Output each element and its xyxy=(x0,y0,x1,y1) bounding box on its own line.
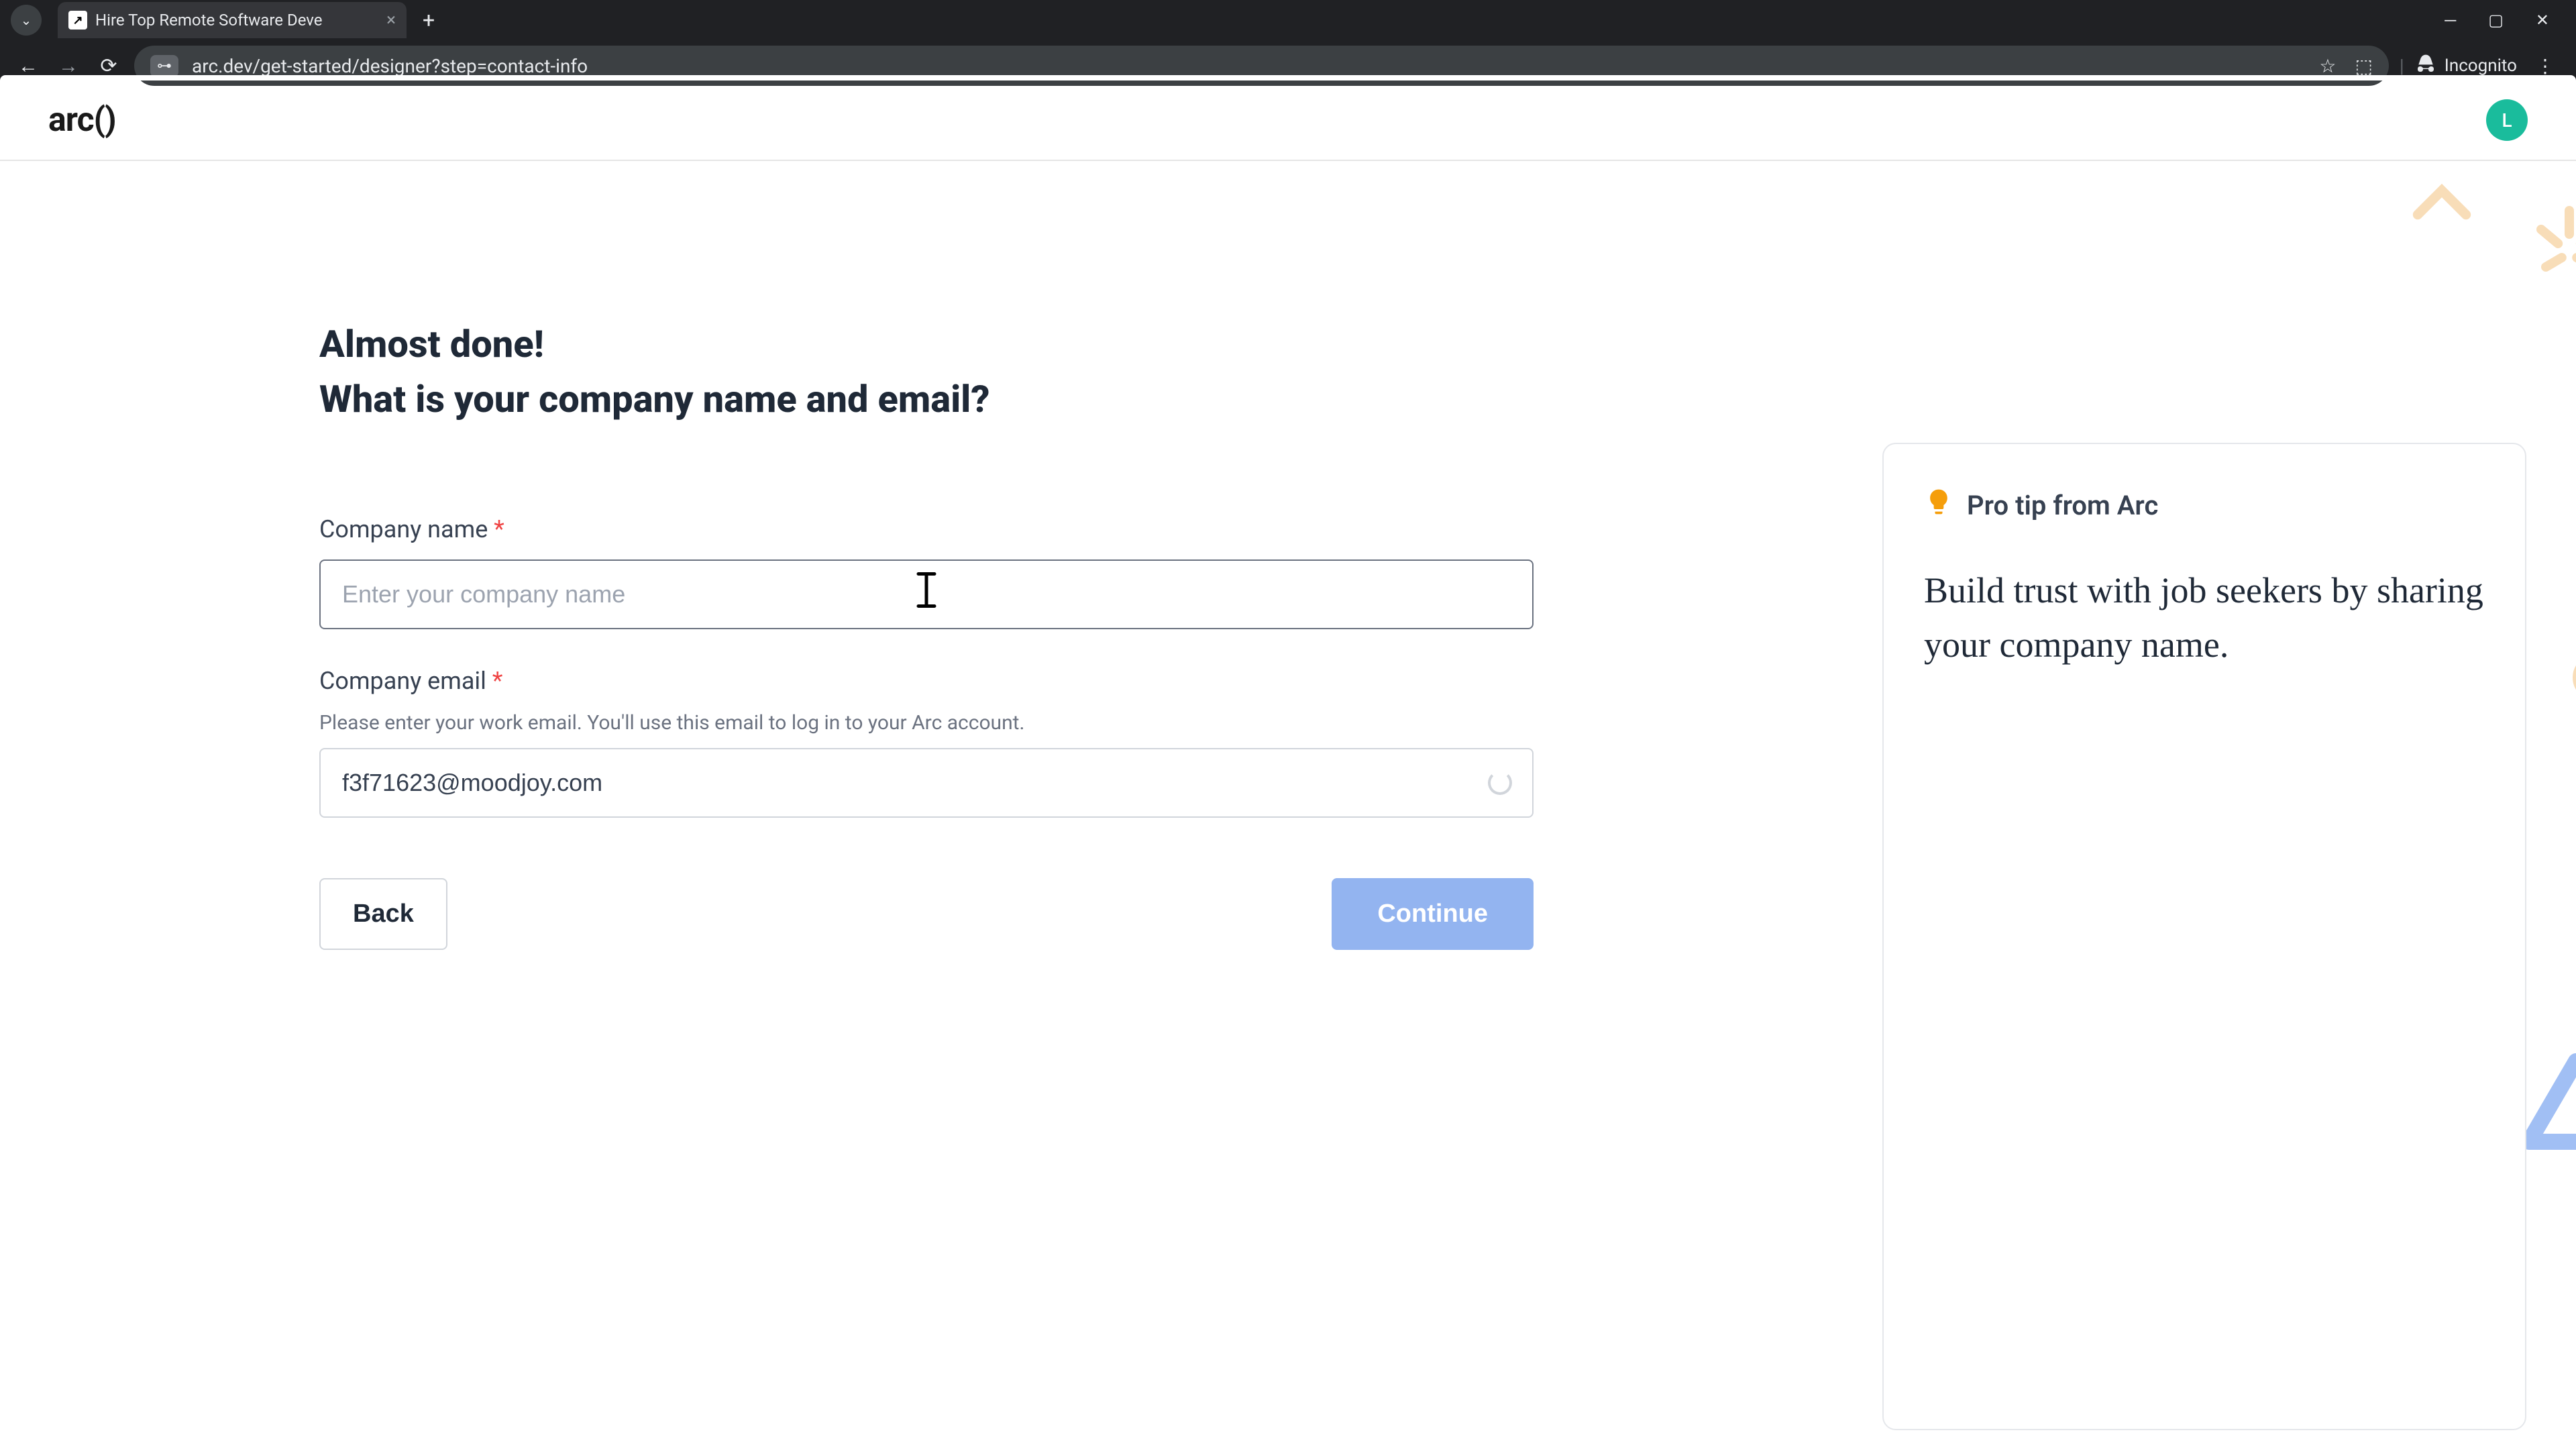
loading-spinner-icon xyxy=(1488,771,1512,795)
minimize-button[interactable]: ─ xyxy=(2445,11,2456,30)
company-name-input[interactable] xyxy=(319,559,1534,629)
tab-title: Hire Top Remote Software Deve xyxy=(95,11,322,30)
heading-line-2: What is your company name and email? xyxy=(319,377,1534,421)
bookmark-icon[interactable]: ☆ xyxy=(2319,55,2336,77)
window-controls: ─ ▢ ✕ xyxy=(2445,11,2565,30)
tip-header: Pro tip from Arc xyxy=(1924,487,2485,523)
tab-bar: ⌄ ↗ Hire Top Remote Software Deve × + ─ … xyxy=(0,0,2576,40)
back-button[interactable]: Back xyxy=(319,878,447,950)
lightbulb-icon xyxy=(1924,487,1953,523)
extensions-icon[interactable]: ⬚ xyxy=(2355,55,2372,77)
app-header: arc() L xyxy=(0,80,2576,161)
company-email-input[interactable] xyxy=(319,748,1534,818)
site-settings-icon[interactable]: ⊶ xyxy=(150,55,178,77)
tip-body: Build trust with job seekers by sharing … xyxy=(1924,564,2485,672)
arc-logo[interactable]: arc() xyxy=(48,101,116,140)
browser-chrome: ⌄ ↗ Hire Top Remote Software Deve × + ─ … xyxy=(0,0,2576,80)
close-window-button[interactable]: ✕ xyxy=(2536,11,2549,30)
company-name-group: Company name * xyxy=(319,515,1534,629)
required-asterisk: * xyxy=(492,667,503,695)
button-row: Back Continue xyxy=(319,878,1534,950)
tip-title: Pro tip from Arc xyxy=(1967,490,2158,521)
tab-favicon: ↗ xyxy=(68,11,87,30)
user-avatar[interactable]: L xyxy=(2486,99,2528,141)
chevron-down-icon: ⌄ xyxy=(21,12,32,28)
tab-search-button[interactable]: ⌄ xyxy=(11,5,42,36)
address-bar-icons: ☆ ⬚ xyxy=(2319,55,2373,77)
maximize-button[interactable]: ▢ xyxy=(2488,11,2504,30)
url-text: arc.dev/get-started/designer?step=contac… xyxy=(192,55,2306,77)
continue-button[interactable]: Continue xyxy=(1332,878,1534,950)
new-tab-button[interactable]: + xyxy=(412,7,445,33)
separator: | xyxy=(2400,55,2404,77)
page-heading: Almost done! What is your company name a… xyxy=(319,322,1534,421)
pro-tip-card: Pro tip from Arc Build trust with job se… xyxy=(1882,443,2526,1430)
company-email-hint: Please enter your work email. You'll use… xyxy=(319,711,1534,735)
main-content: Almost done! What is your company name a… xyxy=(0,161,2576,1430)
company-email-label: Company email * xyxy=(319,667,1534,695)
browser-tab[interactable]: ↗ Hire Top Remote Software Deve × xyxy=(58,2,407,38)
browser-menu-button[interactable]: ⋮ xyxy=(2528,55,2563,77)
form-section: Almost done! What is your company name a… xyxy=(319,322,1534,1430)
close-tab-icon[interactable]: × xyxy=(386,10,396,30)
address-bar-row: ← → ⟳ ⊶ arc.dev/get-started/designer?ste… xyxy=(0,40,2576,91)
company-name-label: Company name * xyxy=(319,515,1534,543)
required-asterisk: * xyxy=(494,515,504,543)
heading-line-1: Almost done! xyxy=(319,322,1534,366)
company-email-group: Company email * Please enter your work e… xyxy=(319,667,1534,818)
